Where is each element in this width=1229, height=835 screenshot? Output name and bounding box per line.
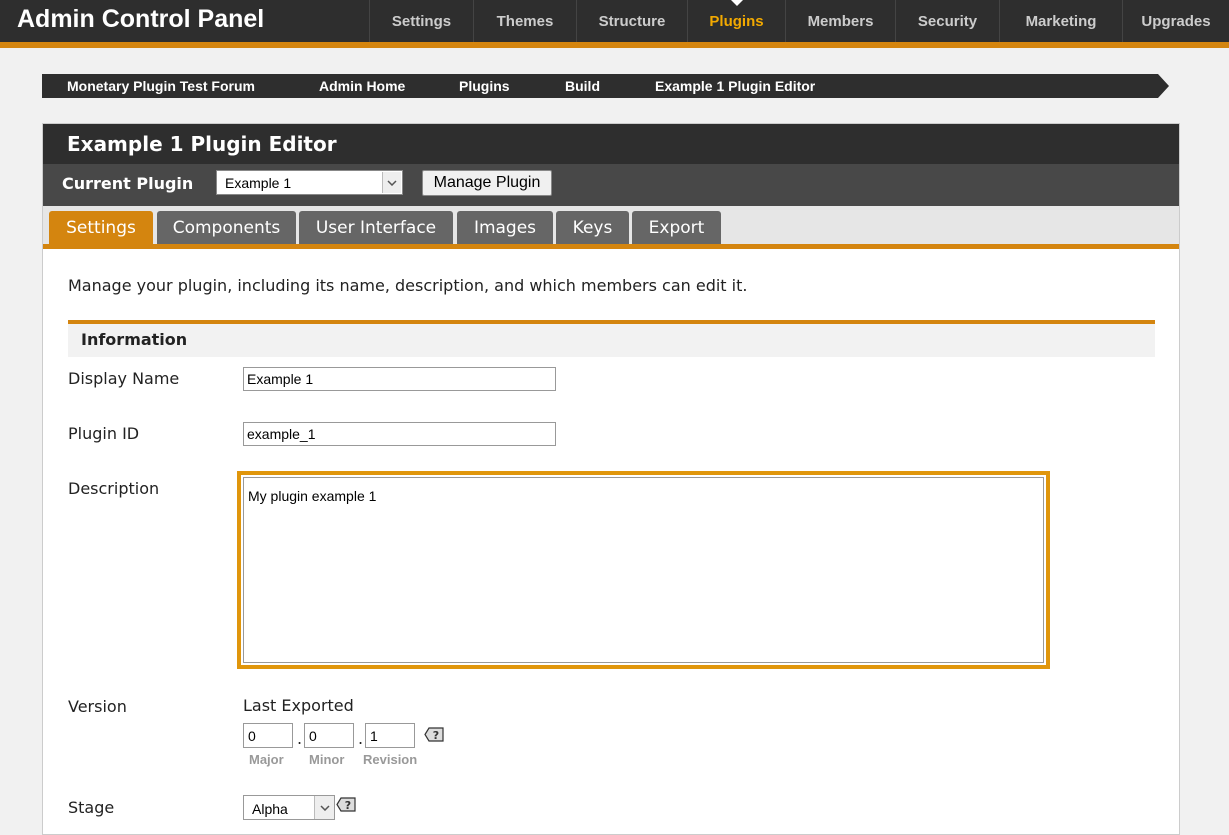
- topnav-upgrades[interactable]: Upgrades: [1122, 0, 1229, 42]
- manage-plugin-button[interactable]: Manage Plugin: [422, 170, 552, 196]
- topnav-settings[interactable]: Settings: [369, 0, 473, 42]
- breadcrumb-item-build[interactable]: Build: [533, 74, 637, 98]
- panel-header: Example 1 Plugin Editor: [43, 124, 1179, 164]
- breadcrumb-label: Admin Home: [319, 78, 406, 94]
- tab-keys[interactable]: Keys: [556, 211, 629, 244]
- plugin-id-label: Plugin ID: [68, 424, 140, 443]
- topnav-themes[interactable]: Themes: [473, 0, 576, 42]
- description-label: Description: [68, 479, 160, 498]
- display-name-field[interactable]: Example 1: [243, 367, 556, 391]
- app-title: Admin Control Panel: [17, 5, 265, 33]
- breadcrumb: Monetary Plugin Test Forum Admin Home Pl…: [42, 74, 1169, 98]
- topnav-members[interactable]: Members: [785, 0, 895, 42]
- tab-components[interactable]: Components: [157, 211, 296, 244]
- svg-text:?: ?: [345, 799, 351, 812]
- breadcrumb-label: Example 1 Plugin Editor: [655, 78, 816, 94]
- breadcrumb-item-forum[interactable]: Monetary Plugin Test Forum: [42, 74, 301, 98]
- section-title: Information: [81, 330, 188, 349]
- version-label: Version: [68, 697, 127, 716]
- stage-select[interactable]: Alpha: [243, 795, 335, 820]
- stage-value: Alpha: [252, 801, 288, 817]
- stage-label: Stage: [68, 798, 115, 817]
- tab-settings[interactable]: Settings: [49, 211, 153, 244]
- breadcrumb-item-admin-home[interactable]: Admin Home: [287, 74, 441, 98]
- revision-caption: Revision: [363, 752, 418, 767]
- breadcrumb-tail: [845, 74, 1169, 98]
- top-nav: Settings Themes Structure Plugins Member…: [369, 0, 1229, 42]
- chevron-down-icon: [314, 796, 334, 819]
- top-bar: Admin Control Panel Settings Themes Stru…: [0, 0, 1229, 42]
- current-plugin-label: Current Plugin: [62, 174, 194, 193]
- topnav-structure[interactable]: Structure: [576, 0, 687, 42]
- top-bar-accent: [0, 42, 1229, 48]
- version-separator: .: [358, 729, 364, 748]
- description-focus-ring: My plugin example 1: [237, 471, 1050, 669]
- breadcrumb-label: Plugins: [459, 78, 510, 94]
- topnav-security[interactable]: Security: [895, 0, 999, 42]
- version-major-input[interactable]: 0: [243, 723, 293, 748]
- current-plugin-select[interactable]: Example 1: [216, 170, 403, 195]
- breadcrumb-label: Monetary Plugin Test Forum: [67, 78, 255, 94]
- plugin-editor-panel: Example 1 Plugin Editor Current Plugin E…: [42, 123, 1180, 835]
- plugin-id-field[interactable]: example_1: [243, 422, 556, 446]
- display-name-label: Display Name: [68, 369, 180, 388]
- description-textarea[interactable]: My plugin example 1: [243, 477, 1044, 663]
- current-plugin-bar: Current Plugin Example 1 Manage Plugin: [43, 164, 1179, 206]
- version-separator: .: [297, 729, 303, 748]
- information-section-header: Information: [68, 320, 1155, 357]
- description-text: My plugin example 1: [248, 488, 377, 504]
- breadcrumb-item-plugins[interactable]: Plugins: [427, 74, 547, 98]
- major-caption: Major: [249, 752, 284, 767]
- help-icon[interactable]: ?: [424, 726, 444, 743]
- svg-text:?: ?: [433, 729, 439, 742]
- breadcrumb-item-current: Example 1 Plugin Editor: [623, 74, 859, 98]
- intro-text: Manage your plugin, including its name, …: [68, 276, 748, 295]
- tab-underline: [43, 244, 1179, 249]
- tab-user-interface[interactable]: User Interface: [299, 211, 453, 244]
- breadcrumb-end-arrow-icon: [1155, 74, 1169, 98]
- topnav-marketing[interactable]: Marketing: [999, 0, 1122, 42]
- topnav-plugins[interactable]: Plugins: [687, 0, 785, 42]
- minor-caption: Minor: [309, 752, 345, 767]
- last-exported-label: Last Exported: [243, 696, 354, 715]
- help-icon[interactable]: ?: [336, 796, 356, 813]
- tab-images[interactable]: Images: [457, 211, 553, 244]
- tab-export[interactable]: Export: [632, 211, 721, 244]
- page-title: Example 1 Plugin Editor: [67, 132, 337, 156]
- chevron-down-icon: [382, 172, 401, 193]
- version-revision-input[interactable]: 1: [365, 723, 415, 748]
- version-minor-input[interactable]: 0: [304, 723, 354, 748]
- current-plugin-value: Example 1: [225, 175, 292, 191]
- breadcrumb-label: Build: [565, 78, 600, 94]
